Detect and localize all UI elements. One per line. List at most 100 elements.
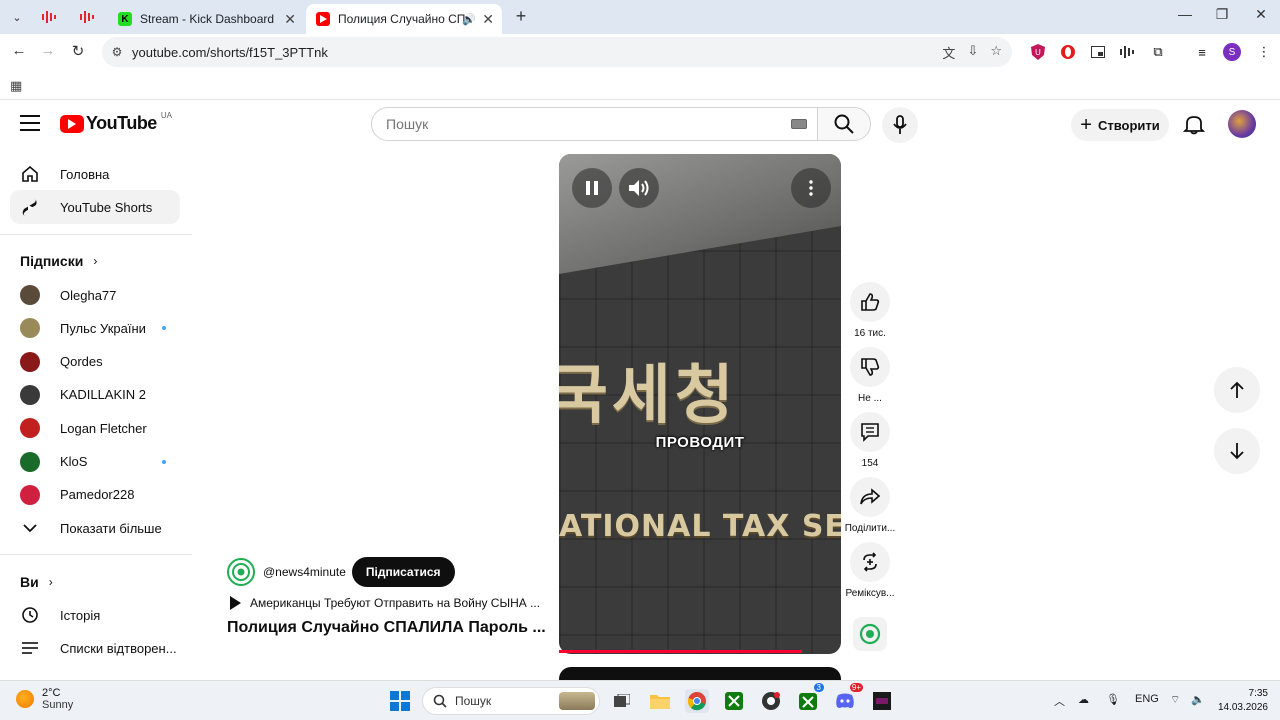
obs-icon[interactable]	[759, 689, 783, 713]
search-button[interactable]	[817, 107, 871, 141]
language-indicator[interactable]: ENG	[1135, 693, 1159, 705]
share-action[interactable]: Поділити...	[844, 477, 896, 534]
translate-icon[interactable]: 文	[942, 43, 955, 62]
channel-avatar[interactable]	[227, 558, 255, 586]
tab-youtube-short[interactable]: Полиция Случайно СПАЛИЛ 🔊 ✕	[306, 4, 502, 34]
xbox-icon[interactable]	[722, 689, 746, 713]
pause-button[interactable]	[572, 168, 612, 208]
dislike-action[interactable]: Не ...	[844, 347, 896, 404]
discord-icon[interactable]: 9+	[833, 683, 863, 713]
previous-short-button[interactable]	[1214, 367, 1260, 413]
onedrive-icon[interactable]: ☁	[1078, 693, 1089, 706]
pinned-tab-audio-2[interactable]	[78, 8, 96, 26]
share-button[interactable]	[850, 477, 890, 517]
remix-action[interactable]: Реміксув...	[844, 542, 896, 599]
notifications-bell-icon[interactable]	[1182, 113, 1206, 135]
sidebar-item-label: YouTube Shorts	[60, 199, 153, 215]
dislike-button[interactable]	[850, 347, 890, 387]
tab-kick-dashboard[interactable]: K Stream - Kick Dashboard ✕	[108, 4, 304, 34]
media-queue-icon[interactable]: ≡	[1192, 42, 1212, 62]
keyboard-icon[interactable]	[791, 119, 807, 129]
sidebar-subscription-item[interactable]: Qordes	[10, 345, 180, 379]
omnibox[interactable]: ⚙ youtube.com/shorts/f15T_3PTTnk 文 ⇩ ☆	[102, 37, 1012, 67]
windows-start-icon[interactable]	[388, 689, 412, 713]
subscriptions-heading[interactable]: Підписки ›	[20, 253, 97, 269]
site-info-icon[interactable]: ⚙	[102, 45, 132, 59]
chrome-icon[interactable]	[685, 689, 709, 713]
sidebar-item-shorts[interactable]: YouTube Shorts	[10, 190, 180, 224]
sidebar-subscription-item[interactable]: Olegha77	[10, 278, 180, 312]
close-window-button[interactable]: ✕	[1250, 6, 1272, 23]
back-button[interactable]: ←	[8, 42, 30, 62]
install-app-icon[interactable]: ⇩	[967, 43, 978, 62]
tray-overflow-icon[interactable]: ︿	[1054, 693, 1065, 709]
audio-wave-icon[interactable]	[1117, 42, 1137, 62]
next-short-button[interactable]	[1214, 428, 1260, 474]
forward-button[interactable]: →	[37, 42, 59, 62]
create-button[interactable]: + Створити	[1071, 109, 1169, 141]
game-app-icon[interactable]	[870, 689, 894, 713]
menu-hamburger-icon[interactable]	[20, 115, 40, 136]
youtube-logo[interactable]: YouTube UA	[60, 111, 172, 134]
sidebar-subscription-item[interactable]: Пульс України	[10, 311, 180, 345]
tab-search-button[interactable]: ⌄	[6, 6, 28, 28]
xbox-game-bar-icon[interactable]: 3	[796, 683, 824, 713]
system-volume-icon[interactable]: 🔈	[1191, 693, 1205, 706]
sidebar-subscription-item[interactable]: KloS	[10, 445, 180, 479]
related-video-link[interactable]: Американцы Требуют Отправить на Войну СЫ…	[230, 596, 540, 610]
sound-action[interactable]	[844, 617, 896, 651]
more-options-button[interactable]	[791, 168, 831, 208]
you-heading[interactable]: Ви ›	[20, 574, 53, 590]
channel-name[interactable]: @news4minute	[263, 565, 346, 579]
taskbar-search[interactable]: Пошук	[422, 687, 600, 715]
sound-source-button[interactable]	[853, 617, 887, 651]
voice-search-button[interactable]	[882, 107, 918, 143]
pinned-tab-audio-1[interactable]	[40, 8, 58, 26]
speaker-icon[interactable]: 🔊	[462, 13, 476, 26]
ublock-extension-icon[interactable]: U	[1028, 42, 1048, 62]
maximize-button[interactable]: ❐	[1211, 6, 1233, 23]
bookmark-star-icon[interactable]: ☆	[990, 43, 1002, 62]
video-caption: ПРОВОДИТ	[655, 434, 745, 451]
like-action[interactable]: 16 тис.	[844, 282, 896, 339]
subscribe-button[interactable]: Підписатися	[351, 557, 455, 587]
close-icon[interactable]: ✕	[482, 11, 494, 28]
account-avatar[interactable]	[1228, 110, 1256, 138]
apps-grid-icon[interactable]: ▦	[10, 78, 22, 94]
like-button[interactable]	[850, 282, 890, 322]
sidebar-show-more[interactable]: Показати більше	[10, 511, 180, 545]
task-view-icon[interactable]	[610, 689, 634, 713]
reload-button[interactable]: ↻	[67, 42, 89, 62]
video-progress-bar[interactable]	[559, 650, 841, 653]
share-label: Поділити...	[844, 523, 896, 534]
new-tab-button[interactable]: +	[510, 6, 532, 27]
extensions-puzzle-icon[interactable]: ⧉	[1148, 42, 1168, 62]
url-text[interactable]: youtube.com/shorts/f15T_3PTTnk	[132, 45, 328, 60]
sidebar-subscription-item[interactable]: Logan Fletcher	[10, 411, 180, 445]
picture-in-picture-icon[interactable]	[1088, 42, 1108, 62]
remix-button[interactable]	[850, 542, 890, 582]
sidebar-subscription-item[interactable]: KADILLAKIN 2	[10, 378, 180, 412]
comments-button[interactable]	[850, 412, 890, 452]
volume-button[interactable]	[619, 168, 659, 208]
sidebar-item-history[interactable]: Історія	[10, 598, 180, 632]
profile-avatar[interactable]: S	[1222, 42, 1242, 62]
weather-widget[interactable]: 2°C Sunny	[16, 687, 73, 711]
search-box[interactable]	[371, 107, 818, 141]
shorts-video-player[interactable]: 국세청 ПРОВОДИТ ATIONAL TAX SER	[559, 154, 841, 654]
file-explorer-icon[interactable]	[648, 689, 672, 713]
sidebar-item-playlists[interactable]: Списки відтворен...	[10, 631, 180, 665]
close-icon[interactable]: ✕	[284, 11, 296, 28]
comments-action[interactable]: 154	[844, 412, 896, 469]
more-vert-icon[interactable]: ⋮	[1254, 42, 1274, 62]
sidebar-item-home[interactable]: Головна	[10, 157, 180, 191]
tray-microphone-icon[interactable]: 🎙	[1106, 693, 1120, 706]
wifi-icon[interactable]: ⌔	[1170, 693, 1180, 707]
opera-extension-icon[interactable]	[1058, 42, 1078, 62]
sidebar-subscription-item[interactable]: Pamedor228	[10, 478, 180, 512]
minimize-button[interactable]: —	[1174, 6, 1196, 22]
video-title[interactable]: Полиция Случайно СПАЛИЛА Пароль ...	[227, 619, 546, 637]
search-input[interactable]	[386, 116, 791, 132]
system-clock[interactable]: 7:35 14.03.2026	[1218, 687, 1268, 715]
notification-badge: 9+	[849, 683, 863, 692]
